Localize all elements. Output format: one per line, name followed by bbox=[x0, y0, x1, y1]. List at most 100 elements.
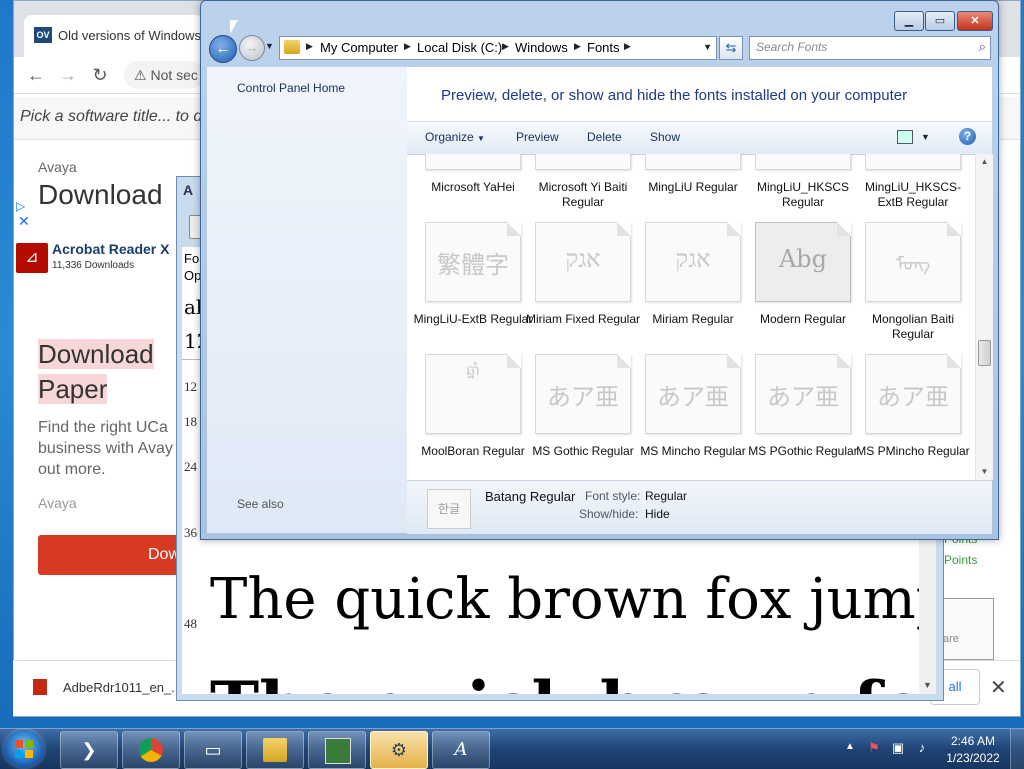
taskbar-chrome[interactable] bbox=[122, 731, 180, 769]
font-preview-glyph: אגק bbox=[565, 245, 601, 273]
back-arrow-icon[interactable]: ← bbox=[24, 63, 48, 87]
font-file-icon: ឆ្នាំ bbox=[425, 354, 521, 434]
scrollbar-thumb[interactable] bbox=[978, 340, 991, 366]
taskbar-device[interactable]: ▭ bbox=[184, 731, 242, 769]
font-tile[interactable]: あア亜 MS PGothic Regular bbox=[737, 354, 858, 480]
font-file-icon: あア亜 bbox=[865, 354, 961, 434]
font-preview-glyph: ឆ្នាំ bbox=[466, 363, 480, 379]
font-tile[interactable]: 繁體字 MingLiU-ExtB Regular bbox=[407, 222, 532, 354]
ad-headline[interactable]: Download bbox=[38, 179, 163, 211]
show-hidden-icons-icon[interactable]: ▲ bbox=[845, 741, 855, 752]
clock-time[interactable]: 2:46 AM bbox=[948, 734, 998, 748]
adchoices-icon[interactable]: ▷ bbox=[16, 199, 25, 213]
font-tile[interactable]: MingLiU_HKSCS-ExtB Regular bbox=[847, 154, 961, 222]
address-bar[interactable]: ▶ My Computer ▶ Local Disk (C:) ▶ Window… bbox=[279, 36, 717, 60]
breadcrumb-separator-icon[interactable]: ▶ bbox=[404, 41, 411, 52]
taskbar-monitor[interactable] bbox=[308, 731, 366, 769]
start-button[interactable] bbox=[4, 730, 44, 768]
font-preview-glyph: あア亜 bbox=[657, 383, 729, 411]
breadcrumb-separator-icon[interactable]: ▶ bbox=[306, 41, 313, 52]
close-button[interactable]: ✕ bbox=[957, 11, 993, 31]
breadcrumb-separator-icon[interactable]: ▶ bbox=[624, 41, 631, 52]
tab-title: Old versions of Windows, M bbox=[58, 28, 220, 43]
font-name: MingLiU-ExtB Regular bbox=[413, 312, 533, 326]
scroll-down-icon[interactable]: ▼ bbox=[919, 677, 936, 694]
scroll-up-icon[interactable]: ▲ bbox=[976, 154, 993, 169]
font-tile[interactable]: אגק Miriam Fixed Regular bbox=[517, 222, 640, 354]
windows-logo-icon bbox=[15, 740, 33, 758]
ad-close-icon[interactable]: ✕ bbox=[18, 213, 30, 230]
points-label: Points bbox=[944, 553, 978, 567]
show-desktop-button[interactable] bbox=[1010, 729, 1024, 769]
taskbar-explorer[interactable] bbox=[246, 731, 304, 769]
search-icon[interactable]: ⌕ bbox=[979, 39, 986, 55]
acrobat-title-link[interactable]: Acrobat Reader X bbox=[52, 241, 169, 257]
taskbar-powershell[interactable]: ❯ bbox=[60, 731, 118, 769]
action-center-icon[interactable]: ⚑ bbox=[866, 740, 882, 756]
organize-button[interactable]: Organize ▼ bbox=[425, 130, 485, 144]
chrome-tab[interactable]: OV Old versions of Windows, M bbox=[24, 15, 219, 57]
see-also-label: See also bbox=[237, 497, 284, 511]
breadcrumb-my-computer[interactable]: My Computer bbox=[320, 40, 398, 55]
size-label: 12 bbox=[184, 379, 197, 394]
back-arrow-icon[interactable]: ← bbox=[209, 35, 237, 63]
font-tile[interactable]: あア亜 MS Mincho Regular bbox=[627, 354, 746, 480]
side-panel-box: are bbox=[940, 598, 994, 660]
monitor-icon bbox=[325, 738, 351, 764]
font-file-icon bbox=[535, 154, 631, 170]
font-tile[interactable]: ឆ្នាំ MoolBoran Regular bbox=[407, 354, 525, 480]
font-tile[interactable]: אגק Miriam Regular bbox=[627, 222, 741, 354]
ad2-headline[interactable]: Download Paper bbox=[38, 337, 154, 407]
font-file-icon: あア亜 bbox=[645, 354, 741, 434]
close-downloads-icon[interactable]: ✕ bbox=[990, 675, 1007, 700]
reload-icon[interactable]: ↻ bbox=[88, 63, 112, 87]
control-panel-home-link[interactable]: Control Panel Home bbox=[237, 81, 345, 95]
download-item[interactable]: AdbeRdr1011_en_... bbox=[63, 680, 182, 695]
view-options-dropdown-icon[interactable]: ▼ bbox=[921, 132, 930, 142]
taskbar-control-panel[interactable]: ⚙ bbox=[370, 731, 428, 769]
search-input[interactable]: Search Fonts ⌕ bbox=[749, 36, 991, 60]
chevron-down-icon: ▼ bbox=[477, 134, 485, 143]
font-tile[interactable]: Microsoft YaHei bbox=[407, 154, 521, 222]
font-tile[interactable]: MingLiU Regular bbox=[627, 154, 741, 222]
breadcrumb-fonts[interactable]: Fonts bbox=[587, 40, 620, 55]
taskbar-font-viewer[interactable]: A bbox=[432, 731, 490, 769]
address-dropdown-icon[interactable]: ▼ bbox=[703, 42, 712, 52]
ad2-body: Find the right UCa business with Avay ou… bbox=[38, 419, 173, 478]
breadcrumb-windows[interactable]: Windows bbox=[515, 40, 568, 55]
show-hide-label: Show/hide: bbox=[579, 507, 639, 521]
font-tile-selected[interactable]: Abg Modern Regular bbox=[737, 222, 851, 354]
breadcrumb-separator-icon[interactable]: ▶ bbox=[502, 41, 509, 52]
refresh-icon[interactable]: ⇆ bbox=[719, 36, 743, 60]
maximize-button[interactable]: ▭ bbox=[925, 11, 955, 31]
page-title: Preview, delete, or show and hide the fo… bbox=[441, 87, 908, 104]
fonts-scrollbar[interactable]: ▲ ▼ bbox=[975, 154, 993, 480]
font-tile[interactable]: あア亜 MS PMincho Regular bbox=[847, 354, 970, 480]
preview-button[interactable]: Preview bbox=[516, 130, 559, 144]
volume-icon[interactable]: ♪ bbox=[914, 740, 930, 756]
delete-button[interactable]: Delete bbox=[587, 130, 622, 144]
ad2-download-button[interactable]: Dow bbox=[38, 535, 188, 575]
font-tile[interactable]: MingLiU_HKSCS Regular bbox=[737, 154, 851, 222]
show-button[interactable]: Show bbox=[650, 130, 680, 144]
font-tile[interactable]: ᠮᠣᠩ Mongolian Baiti Regular bbox=[847, 222, 961, 354]
show-hide-value: Hide bbox=[645, 507, 670, 521]
forward-arrow-icon[interactable]: → bbox=[239, 35, 265, 61]
recent-pages-dropdown-icon[interactable]: ▼ bbox=[265, 41, 274, 51]
forward-arrow-icon[interactable]: → bbox=[56, 63, 80, 87]
help-icon[interactable]: ? bbox=[959, 128, 976, 145]
mouse-cursor-icon bbox=[230, 20, 238, 34]
minimize-button[interactable]: ▁ bbox=[894, 11, 924, 31]
scroll-down-icon[interactable]: ▼ bbox=[976, 464, 993, 479]
address-bar[interactable]: ⚠ Not sec bbox=[124, 61, 204, 89]
breadcrumb-local-disk[interactable]: Local Disk (C:) bbox=[417, 40, 502, 55]
font-preview-glyph: Abg bbox=[778, 245, 828, 273]
clock-date[interactable]: 1/23/2022 bbox=[942, 751, 1004, 765]
font-viewer-icon: A bbox=[454, 739, 468, 760]
breadcrumb-separator-icon[interactable]: ▶ bbox=[574, 41, 581, 52]
fonts-grid: Microsoft YaHei Microsoft Yi Baiti Regul… bbox=[407, 154, 975, 480]
network-icon[interactable]: ▣ bbox=[890, 740, 906, 756]
font-tile[interactable]: Microsoft Yi Baiti Regular bbox=[517, 154, 631, 222]
change-view-icon[interactable] bbox=[897, 130, 913, 144]
font-tile[interactable]: あア亜 MS Gothic Regular bbox=[517, 354, 634, 480]
